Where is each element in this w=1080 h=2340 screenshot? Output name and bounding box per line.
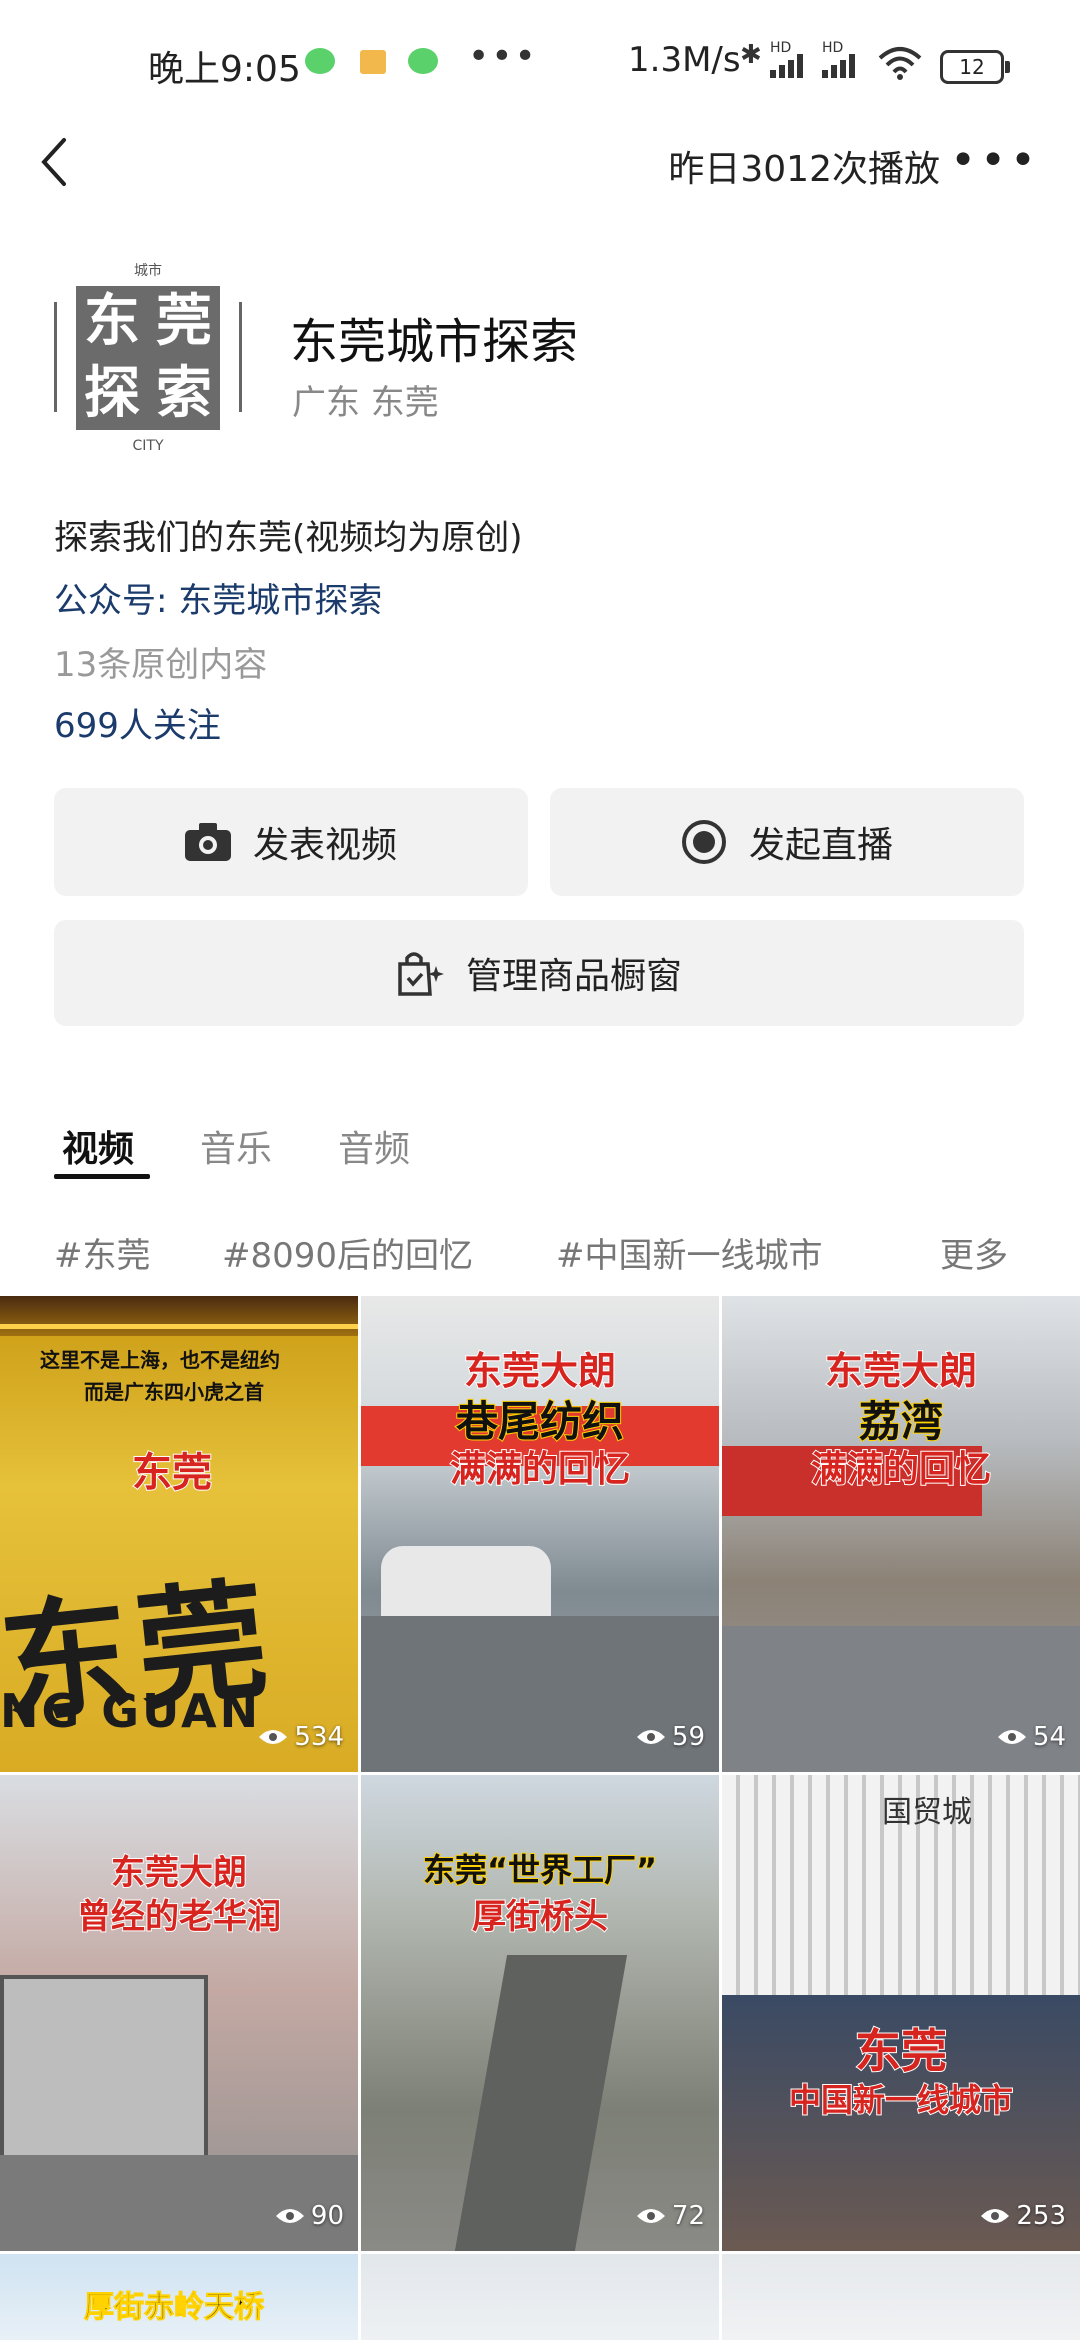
video-caption: 东莞 <box>854 2023 948 2079</box>
video-tile[interactable]: 东莞大朗 荔湾 满满的回忆 54 <box>722 1296 1080 1772</box>
camera-icon <box>184 823 231 861</box>
logo-top-text: 城市 <box>134 263 162 279</box>
channel-name: 东莞城市探索 <box>290 314 579 370</box>
video-subtitle: 而是广东四小虎之首 <box>84 1380 264 1404</box>
video-caption: 厚街赤岭天桥 <box>84 2290 265 2326</box>
video-tile[interactable]: 这里不是上海，也不是纽约 而是广东四小虎之首 东莞 东莞 NG GUAN 534 <box>0 1296 358 1772</box>
post-video-button[interactable]: 发表视频 <box>54 788 528 896</box>
battery-indicator: 12 <box>940 50 1010 84</box>
signal-icon <box>770 54 803 78</box>
eye-icon <box>981 2209 1010 2223</box>
logo-char: 索 <box>156 361 212 426</box>
tab-audio[interactable]: 音频 <box>338 1120 410 1172</box>
eye-icon <box>259 1730 288 1744</box>
logo-char: 探 <box>84 361 140 426</box>
video-views: 90 <box>275 2201 344 2231</box>
store-sign: 国贸城 <box>882 1795 972 1830</box>
followers-link[interactable]: 699人关注 <box>54 698 221 747</box>
eye-icon <box>636 1730 665 1744</box>
go-live-button[interactable]: 发起直播 <box>550 788 1024 896</box>
logo-char: 东 <box>84 289 140 354</box>
video-views: 253 <box>980 2201 1066 2231</box>
eye-icon <box>636 2209 665 2223</box>
video-tile[interactable]: 东莞“世界工厂” 厚街桥头 72 <box>361 1775 719 2251</box>
more-dots-icon[interactable]: ••• <box>950 135 1040 186</box>
video-tile[interactable]: 东莞大朗 曾经的老华润 90 <box>0 1775 358 2251</box>
tab-music[interactable]: 音乐 <box>200 1120 272 1172</box>
message-notification-icon <box>360 50 386 74</box>
video-tile[interactable]: 国贸城 东莞 中国新一线城市 253 <box>722 1775 1080 2251</box>
video-caption: 满满的回忆 <box>810 1448 992 1491</box>
video-tile[interactable]: 厚街赤岭天桥 <box>0 2254 358 2340</box>
official-account-link[interactable]: 公众号: 东莞城市探索 <box>54 573 382 622</box>
view-count: 253 <box>1016 2201 1066 2231</box>
tag-new-tier1-city[interactable]: #中国新一线城市 <box>556 1228 823 1277</box>
live-record-icon <box>681 819 727 865</box>
back-button[interactable] <box>34 132 74 192</box>
status-bar: 晚上9:05 ••• 1.3M/s ✱ HD HD 12 <box>0 0 1080 130</box>
manage-shop-label: 管理商品橱窗 <box>465 956 682 997</box>
manage-shop-button[interactable]: 管理商品橱窗 <box>54 920 1024 1026</box>
tags-more-button[interactable]: 更多 <box>940 1228 1008 1277</box>
logo-char: 莞 <box>156 289 212 354</box>
video-caption: 厚街桥头 <box>471 1896 609 1938</box>
video-subtitle: 这里不是上海，也不是纽约 <box>40 1348 280 1372</box>
video-overlay-text: NG GUAN <box>0 1684 262 1738</box>
view-count: 54 <box>1032 1722 1066 1752</box>
signal-icon <box>822 54 855 78</box>
video-caption: 东莞大朗 <box>463 1348 617 1394</box>
view-count: 72 <box>671 2201 705 2231</box>
view-count: 59 <box>671 1722 705 1752</box>
wechat-notification-icon <box>305 48 335 74</box>
channel-description: 探索我们的东莞(视频均为原创) <box>54 518 523 558</box>
more-notifications-icon: ••• <box>468 36 538 77</box>
video-caption: 东莞 <box>131 1449 213 1497</box>
video-caption: 东莞大朗 <box>110 1852 248 1894</box>
logo-bottom-text: CITY <box>132 438 164 454</box>
status-time: 晚上9:05 <box>148 49 301 90</box>
wechat-notification-icon <box>408 48 438 74</box>
network-speed: 1.3M/s <box>628 40 741 80</box>
post-video-label: 发表视频 <box>252 825 397 866</box>
bluetooth-icon: ✱ <box>740 40 762 70</box>
channel-avatar[interactable]: 城市 东 莞 探 索 CITY <box>50 260 246 456</box>
video-views: 534 <box>258 1722 344 1752</box>
video-caption: 东莞“世界工厂” <box>422 1850 658 1890</box>
eye-icon <box>275 2209 304 2223</box>
video-caption: 曾经的老华润 <box>76 1896 282 1938</box>
shopping-bag-icon <box>396 950 444 996</box>
active-tab-indicator <box>54 1174 150 1179</box>
yesterday-plays: 昨日3012次播放 <box>668 149 940 190</box>
original-content-count: 13条原创内容 <box>54 645 268 685</box>
video-caption: 满满的回忆 <box>449 1448 631 1491</box>
go-live-label: 发起直播 <box>748 825 893 866</box>
view-count: 534 <box>294 1722 344 1752</box>
video-tile[interactable] <box>722 2254 1080 2340</box>
video-tile[interactable]: 东莞大朗 巷尾纺织 满满的回忆 59 <box>361 1296 719 1772</box>
wifi-icon <box>878 47 922 80</box>
tab-videos[interactable]: 视频 <box>62 1120 134 1172</box>
video-views: 72 <box>636 2201 705 2231</box>
video-views: 54 <box>997 1722 1066 1752</box>
eye-icon <box>997 1730 1026 1744</box>
tag-dongguan[interactable]: #东莞 <box>54 1228 151 1277</box>
video-caption: 中国新一线城市 <box>788 2080 1014 2120</box>
view-count: 90 <box>310 2201 344 2231</box>
video-views: 59 <box>636 1722 705 1752</box>
video-caption: 东莞大朗 <box>824 1348 978 1394</box>
channel-region: 广东 东莞 <box>292 383 439 423</box>
video-tile[interactable] <box>361 2254 719 2340</box>
tag-8090-memories[interactable]: #8090后的回忆 <box>222 1228 473 1277</box>
